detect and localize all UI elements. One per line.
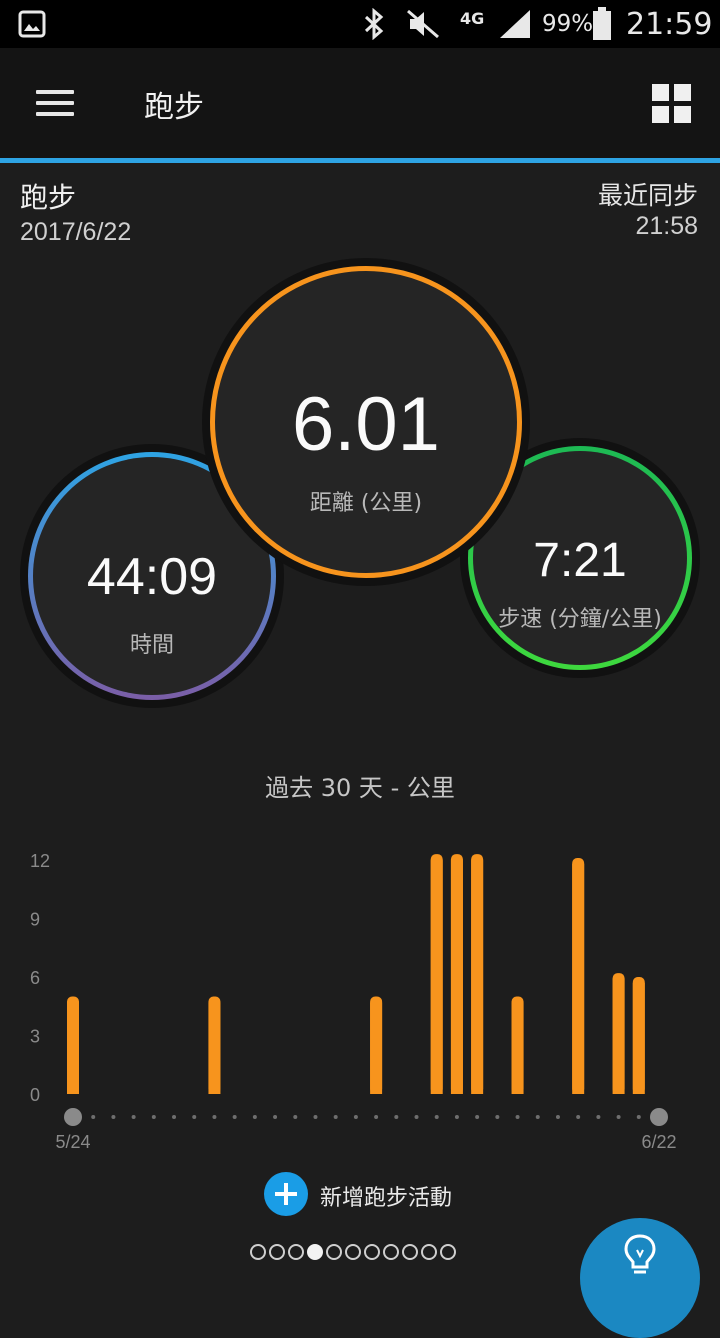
- chart-bar-base: [208, 1002, 221, 1094]
- y-tick-label: 12: [30, 851, 50, 871]
- x-axis-dot: [636, 1115, 641, 1119]
- distance-label: 距離 (公里): [309, 491, 423, 516]
- sync-time: 21:58: [635, 212, 698, 240]
- x-axis-dot: [151, 1115, 156, 1119]
- add-activity-label[interactable]: 新增跑步活動: [320, 1180, 452, 1212]
- x-axis-dot: [91, 1115, 96, 1119]
- x-axis-dot: [192, 1115, 197, 1119]
- x-axis-end-dot: [650, 1108, 668, 1126]
- x-start-label: 5/24: [55, 1132, 90, 1152]
- x-axis-dot: [475, 1115, 480, 1119]
- bluetooth-icon: [362, 0, 386, 48]
- pager-dot[interactable]: [269, 1244, 285, 1260]
- distance-circle[interactable]: 6.01 距離 (公里): [210, 266, 522, 578]
- x-axis-end-dot: [64, 1108, 82, 1126]
- x-axis-dot: [232, 1115, 237, 1119]
- x-axis-dot: [535, 1115, 540, 1119]
- app-title: 跑步: [144, 90, 204, 125]
- grid-view-icon[interactable]: [650, 82, 694, 126]
- chart-bar-base: [572, 864, 585, 1094]
- distance-bar-chart: 12 9 6 3 0 5/24 6/22: [30, 851, 677, 1152]
- battery-percent: 99%: [542, 11, 594, 37]
- pager-dot[interactable]: [383, 1244, 399, 1260]
- mute-icon: [406, 0, 440, 48]
- tips-fab[interactable]: [580, 1218, 700, 1338]
- pace-value: 7:21: [533, 534, 627, 587]
- x-end-label: 6/22: [641, 1132, 676, 1152]
- x-axis-dot: [495, 1115, 500, 1119]
- pager-dot[interactable]: [345, 1244, 361, 1260]
- chart-bar-base: [67, 1002, 79, 1094]
- accent-divider: [0, 158, 720, 163]
- pager-dot[interactable]: [440, 1244, 456, 1260]
- signal-icon: [498, 0, 532, 48]
- chart-bar-base: [612, 979, 625, 1094]
- sync-label: 最近同步: [597, 181, 698, 210]
- x-axis-dot: [252, 1115, 257, 1119]
- x-axis-dot: [313, 1115, 318, 1119]
- x-axis-dot: [515, 1115, 520, 1119]
- pager-dot[interactable]: [421, 1244, 437, 1260]
- x-axis-dot: [414, 1115, 419, 1119]
- activity-date: 2017/6/22: [20, 218, 132, 246]
- x-axis-dot: [596, 1115, 601, 1119]
- pager-dot[interactable]: [402, 1244, 418, 1260]
- status-bar: 4G 99% 21:59: [0, 0, 720, 48]
- y-tick-label: 6: [30, 968, 40, 988]
- add-activity-button[interactable]: [264, 1172, 308, 1216]
- pace-label: 步速 (分鐘/公里): [498, 607, 662, 632]
- y-tick-label: 0: [30, 1085, 40, 1105]
- y-tick-label: 3: [30, 1027, 40, 1047]
- chart-bar-base: [450, 860, 463, 1094]
- pager-dot[interactable]: [326, 1244, 342, 1260]
- pager-dot[interactable]: [307, 1244, 323, 1260]
- x-axis-dot: [353, 1115, 358, 1119]
- x-axis-dot: [273, 1115, 278, 1119]
- x-axis-dot: [434, 1115, 439, 1119]
- chart-bar-base: [632, 983, 645, 1094]
- battery-icon: [592, 0, 612, 48]
- x-axis-dot: [374, 1115, 379, 1119]
- x-axis-dot: [394, 1115, 399, 1119]
- app-bar: [0, 48, 720, 160]
- lightbulb-icon: [624, 1234, 656, 1274]
- menu-icon[interactable]: [36, 90, 76, 120]
- activity-title: 跑步: [20, 181, 77, 214]
- pager-dot[interactable]: [288, 1244, 304, 1260]
- gallery-icon: [18, 0, 46, 48]
- chart-bar-base: [511, 1002, 524, 1094]
- y-tick-label: 9: [30, 910, 40, 930]
- x-axis-dot: [111, 1115, 116, 1119]
- x-axis-dot: [212, 1115, 217, 1119]
- x-axis-dot: [333, 1115, 338, 1119]
- time-label: 時間: [129, 633, 174, 658]
- x-axis-dot: [616, 1115, 621, 1119]
- chart-bar-base: [471, 860, 484, 1094]
- x-axis-dot: [293, 1115, 298, 1119]
- x-axis-dot: [172, 1115, 177, 1119]
- page-indicator: [250, 1244, 456, 1262]
- x-axis-dot: [454, 1115, 459, 1119]
- x-axis-dot: [131, 1115, 136, 1119]
- pager-dot[interactable]: [250, 1244, 266, 1260]
- network-type: 4G: [460, 8, 485, 28]
- pager-dot[interactable]: [364, 1244, 380, 1260]
- chart-bar-base: [430, 860, 443, 1094]
- x-axis-dot: [576, 1115, 581, 1119]
- chart-bar-base: [370, 1002, 383, 1094]
- status-time: 21:59: [626, 6, 713, 42]
- chart-title: 過去 30 天 - 公里: [265, 774, 455, 802]
- x-axis-dot: [555, 1115, 560, 1119]
- time-value: 44:09: [86, 548, 218, 606]
- distance-value: 6.01: [292, 382, 440, 467]
